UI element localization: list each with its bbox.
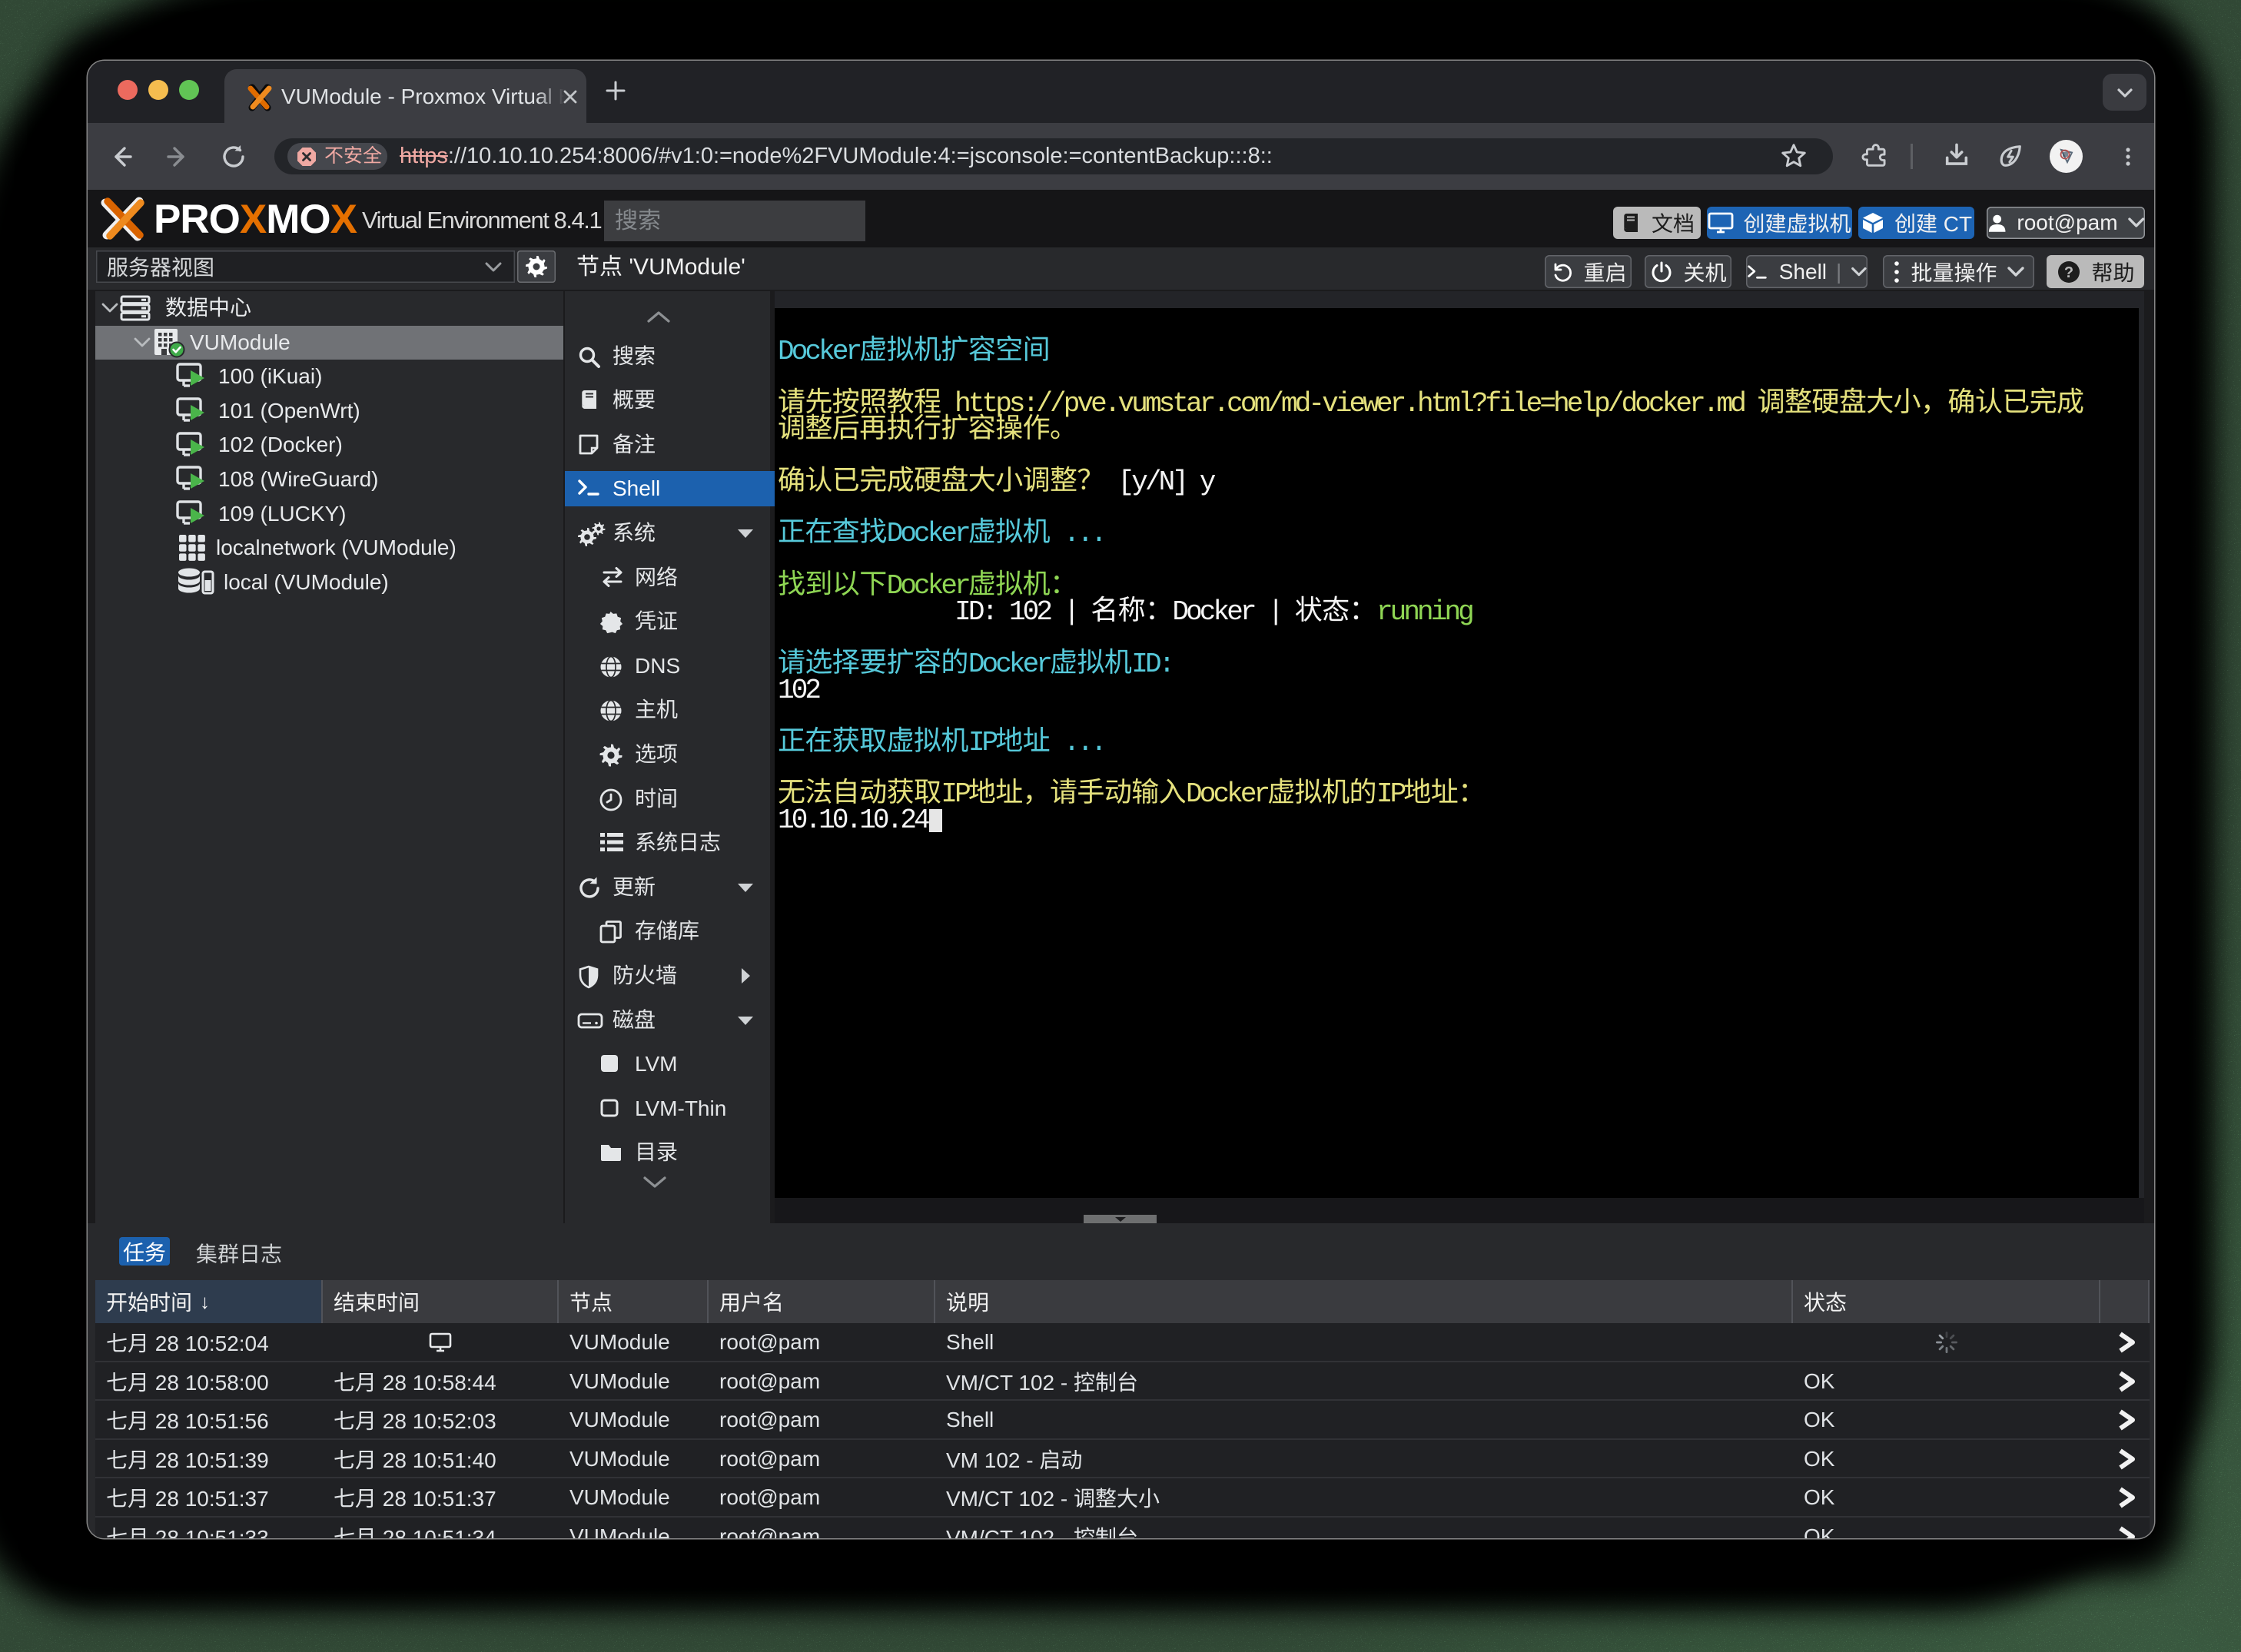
svg-text:?: ? [2064,264,2073,281]
